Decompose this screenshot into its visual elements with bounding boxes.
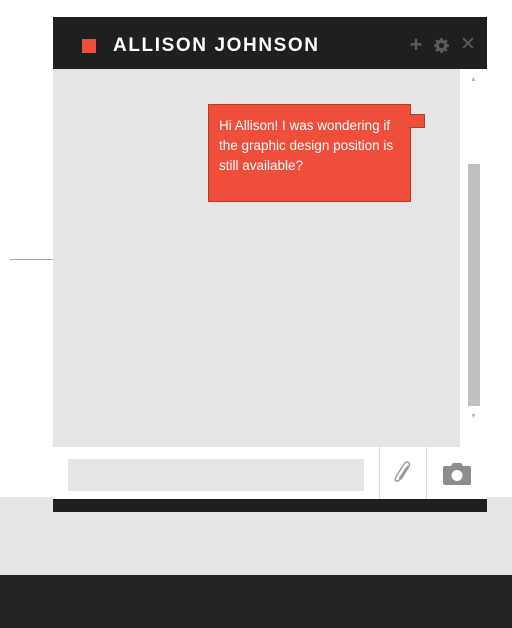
attach-button[interactable] [380,447,426,499]
add-icon[interactable]: + [407,34,425,56]
scroll-down-arrow-icon[interactable]: ▼ [460,411,487,423]
message-input[interactable] [68,459,364,491]
close-icon[interactable]: ✕ [459,35,477,55]
camera-button[interactable] [427,447,487,499]
chat-header: ALLISON JOHNSON + ✕ [53,17,487,69]
connector-line [10,259,54,260]
message-text: Hi Allison! I was wondering if the graph… [219,118,394,173]
bubble-tail [409,114,425,128]
input-bar [53,447,487,499]
message-area: Hi Allison! I was wondering if the graph… [53,69,487,464]
paperclip-icon [394,461,411,482]
scrollbar[interactable]: ▲ ▼ [460,69,487,464]
contact-name: ALLISON JOHNSON [113,35,320,56]
message-bubble: Hi Allison! I was wondering if the graph… [208,104,411,202]
gear-icon[interactable] [432,35,450,55]
scroll-thumb[interactable] [468,164,480,406]
status-indicator [82,39,96,53]
scroll-up-arrow-icon[interactable]: ▲ [460,74,487,86]
page-footer [0,575,512,628]
chat-window: ALLISON JOHNSON + ✕ Hi Allison! I was wo… [53,17,487,512]
camera-icon [443,463,471,485]
